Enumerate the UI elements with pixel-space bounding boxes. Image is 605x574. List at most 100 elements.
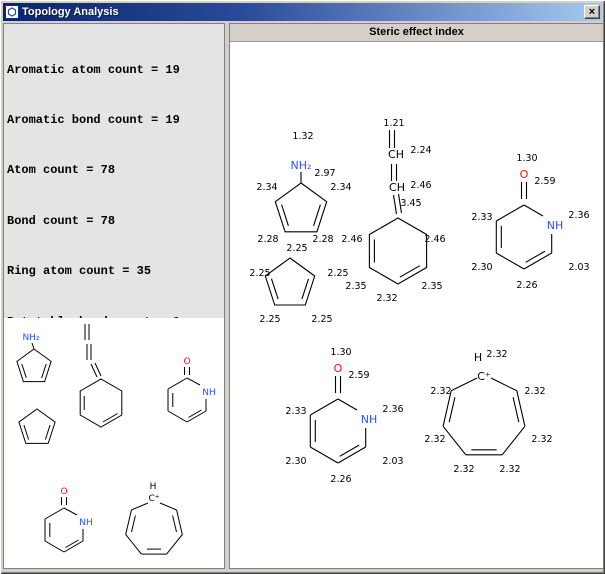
metric-line: Bond count = 78 [7, 213, 221, 230]
title-bar[interactable]: Topology Analysis × [3, 3, 602, 21]
steric-value: 2.32 [486, 349, 507, 360]
topology-analysis-window: Topology Analysis × Aromatic atom count … [0, 0, 605, 574]
steric-value: 3.45 [400, 198, 421, 209]
steric-value: 2.46 [410, 180, 431, 191]
steric-value: 2.32 [499, 464, 520, 475]
steric-panel: Steric effect index 1.32 NH₂ 2.9 [229, 23, 604, 569]
steric-value: 2.33 [471, 212, 492, 223]
mini-cyclopentadiene [19, 409, 55, 443]
steric-value: 2.59 [534, 176, 555, 187]
mini-aminocyclopentadiene-bonds [17, 343, 51, 382]
ch-atom-label: CH [389, 181, 405, 194]
steric-value: 2.46 [341, 234, 362, 245]
steric-value: 2.32 [430, 386, 451, 397]
mini-pyridinone-2: O NH [45, 487, 93, 552]
nh-atom-label: NH [361, 413, 378, 426]
molecule-pyridinone-top: 1.30 O NH [471, 153, 589, 291]
oxygen-atom-label: O [60, 487, 67, 497]
close-icon: × [589, 6, 595, 18]
steric-value: 2.34 [256, 182, 277, 193]
fragment-preview-panel: NH₂ [4, 318, 224, 568]
mini-tropylium: H C⁺ [126, 482, 183, 554]
steric-value: 2.32 [424, 434, 445, 445]
steric-value: 2.32 [453, 464, 474, 475]
steric-value: 2.25 [259, 314, 280, 325]
app-icon-glyph [5, 5, 19, 19]
steric-value: 2.24 [410, 145, 431, 156]
cumulene-ring-bonds [369, 218, 426, 284]
tropylium-bonds [443, 378, 525, 455]
steric-value: 2.36 [382, 404, 403, 415]
steric-value: 2.03 [382, 456, 403, 467]
metric-line: Ring atom count = 35 [7, 263, 221, 280]
pyridinone-bottom-bonds [310, 376, 365, 463]
aminocyclopentadiene-bonds [275, 172, 326, 232]
steric-panel-title: Steric effect index [369, 26, 464, 38]
steric-panel-header: Steric effect index [230, 24, 603, 42]
mini-cumulene-bonds [80, 324, 122, 427]
molecule-cumulene: 1.21 CH 2.24 CH 2.46 3.45 [341, 118, 445, 304]
metric-line: Aromatic bond count = 19 [7, 112, 221, 129]
topology-metrics-list: Aromatic atom count = 19 Aromatic bond c… [4, 24, 224, 318]
molecule-aminocyclopentadiene: 1.32 NH₂ 2.97 2.34 2.34 2.28 2.28 [256, 131, 351, 245]
oxygen-atom-label: O [183, 357, 190, 367]
amine-atom-label: NH₂ [291, 159, 312, 172]
steric-value: 2.32 [524, 386, 545, 397]
steric-value: 2.97 [314, 168, 335, 179]
amine-atom-label: NH₂ [22, 333, 40, 343]
steric-structures-canvas: 1.32 NH₂ 2.97 2.34 2.34 2.28 2.28 [230, 42, 603, 568]
cyclopentadiene-bonds [265, 258, 314, 305]
steric-value: 2.25 [311, 314, 332, 325]
steric-value: 2.25 [286, 243, 307, 254]
left-panel: Aromatic atom count = 19 Aromatic bond c… [3, 23, 225, 569]
steric-value: 2.25 [327, 268, 348, 279]
mini-cyclopentadiene-bonds [19, 409, 55, 443]
nh-atom-label: NH [79, 518, 93, 528]
steric-value: 1.30 [330, 347, 351, 358]
hydrogen-atom-label: H [150, 482, 157, 492]
steric-value: 2.03 [568, 262, 589, 273]
close-button[interactable]: × [584, 5, 600, 19]
steric-value: 2.36 [568, 210, 589, 221]
carbocation-atom-label: C⁺ [148, 494, 159, 504]
hydrogen-atom-label: H [474, 351, 482, 364]
steric-value: 2.46 [424, 234, 445, 245]
carbocation-atom-label: C⁺ [477, 370, 491, 383]
nh-atom-label: NH [547, 219, 564, 232]
molecule-tropylium: H 2.32 C⁺ [424, 349, 552, 475]
steric-value: 2.26 [330, 474, 351, 485]
steric-value: 2.28 [257, 234, 278, 245]
metric-line: Aromatic atom count = 19 [7, 62, 221, 79]
window-title: Topology Analysis [22, 6, 581, 18]
fragment-structures-canvas: NH₂ [4, 318, 224, 568]
steric-value: 2.32 [376, 293, 397, 304]
steric-value: 2.25 [249, 268, 270, 279]
oxygen-atom-label: O [334, 362, 343, 375]
steric-value: 2.30 [471, 262, 492, 273]
pyridinone-top-bonds [496, 182, 551, 269]
oxygen-atom-label: O [520, 168, 529, 181]
steric-value: 2.26 [516, 280, 537, 291]
metric-line: Atom count = 78 [7, 162, 221, 179]
mini-pyridinone-2-bonds [45, 497, 83, 552]
nh-atom-label: NH [202, 388, 216, 398]
window-body: Aromatic atom count = 19 Aromatic bond c… [3, 21, 602, 569]
steric-value: 2.30 [285, 456, 306, 467]
steric-value: 2.59 [348, 370, 369, 381]
steric-value: 2.33 [285, 406, 306, 417]
steric-value: 1.30 [516, 153, 537, 164]
steric-value: 2.28 [312, 234, 333, 245]
steric-value: 1.32 [292, 131, 313, 142]
steric-value: 2.34 [330, 182, 351, 193]
steric-value: 2.35 [345, 281, 366, 292]
steric-canvas: 1.32 NH₂ 2.97 2.34 2.34 2.28 2.28 [230, 42, 603, 568]
mini-tropylium-bonds [126, 503, 183, 554]
steric-value: 1.21 [383, 118, 404, 129]
mini-cumulene [80, 324, 122, 427]
molecule-cyclopentadiene: 2.25 2.25 2.25 2.25 2.25 [249, 243, 348, 325]
molecule-pyridinone-bottom: 1.30 O NH [285, 347, 403, 485]
ch-atom-label: CH [388, 148, 404, 161]
mini-pyridinone-1-bonds [168, 367, 206, 422]
steric-value: 2.35 [421, 281, 442, 292]
steric-value: 2.32 [531, 434, 552, 445]
